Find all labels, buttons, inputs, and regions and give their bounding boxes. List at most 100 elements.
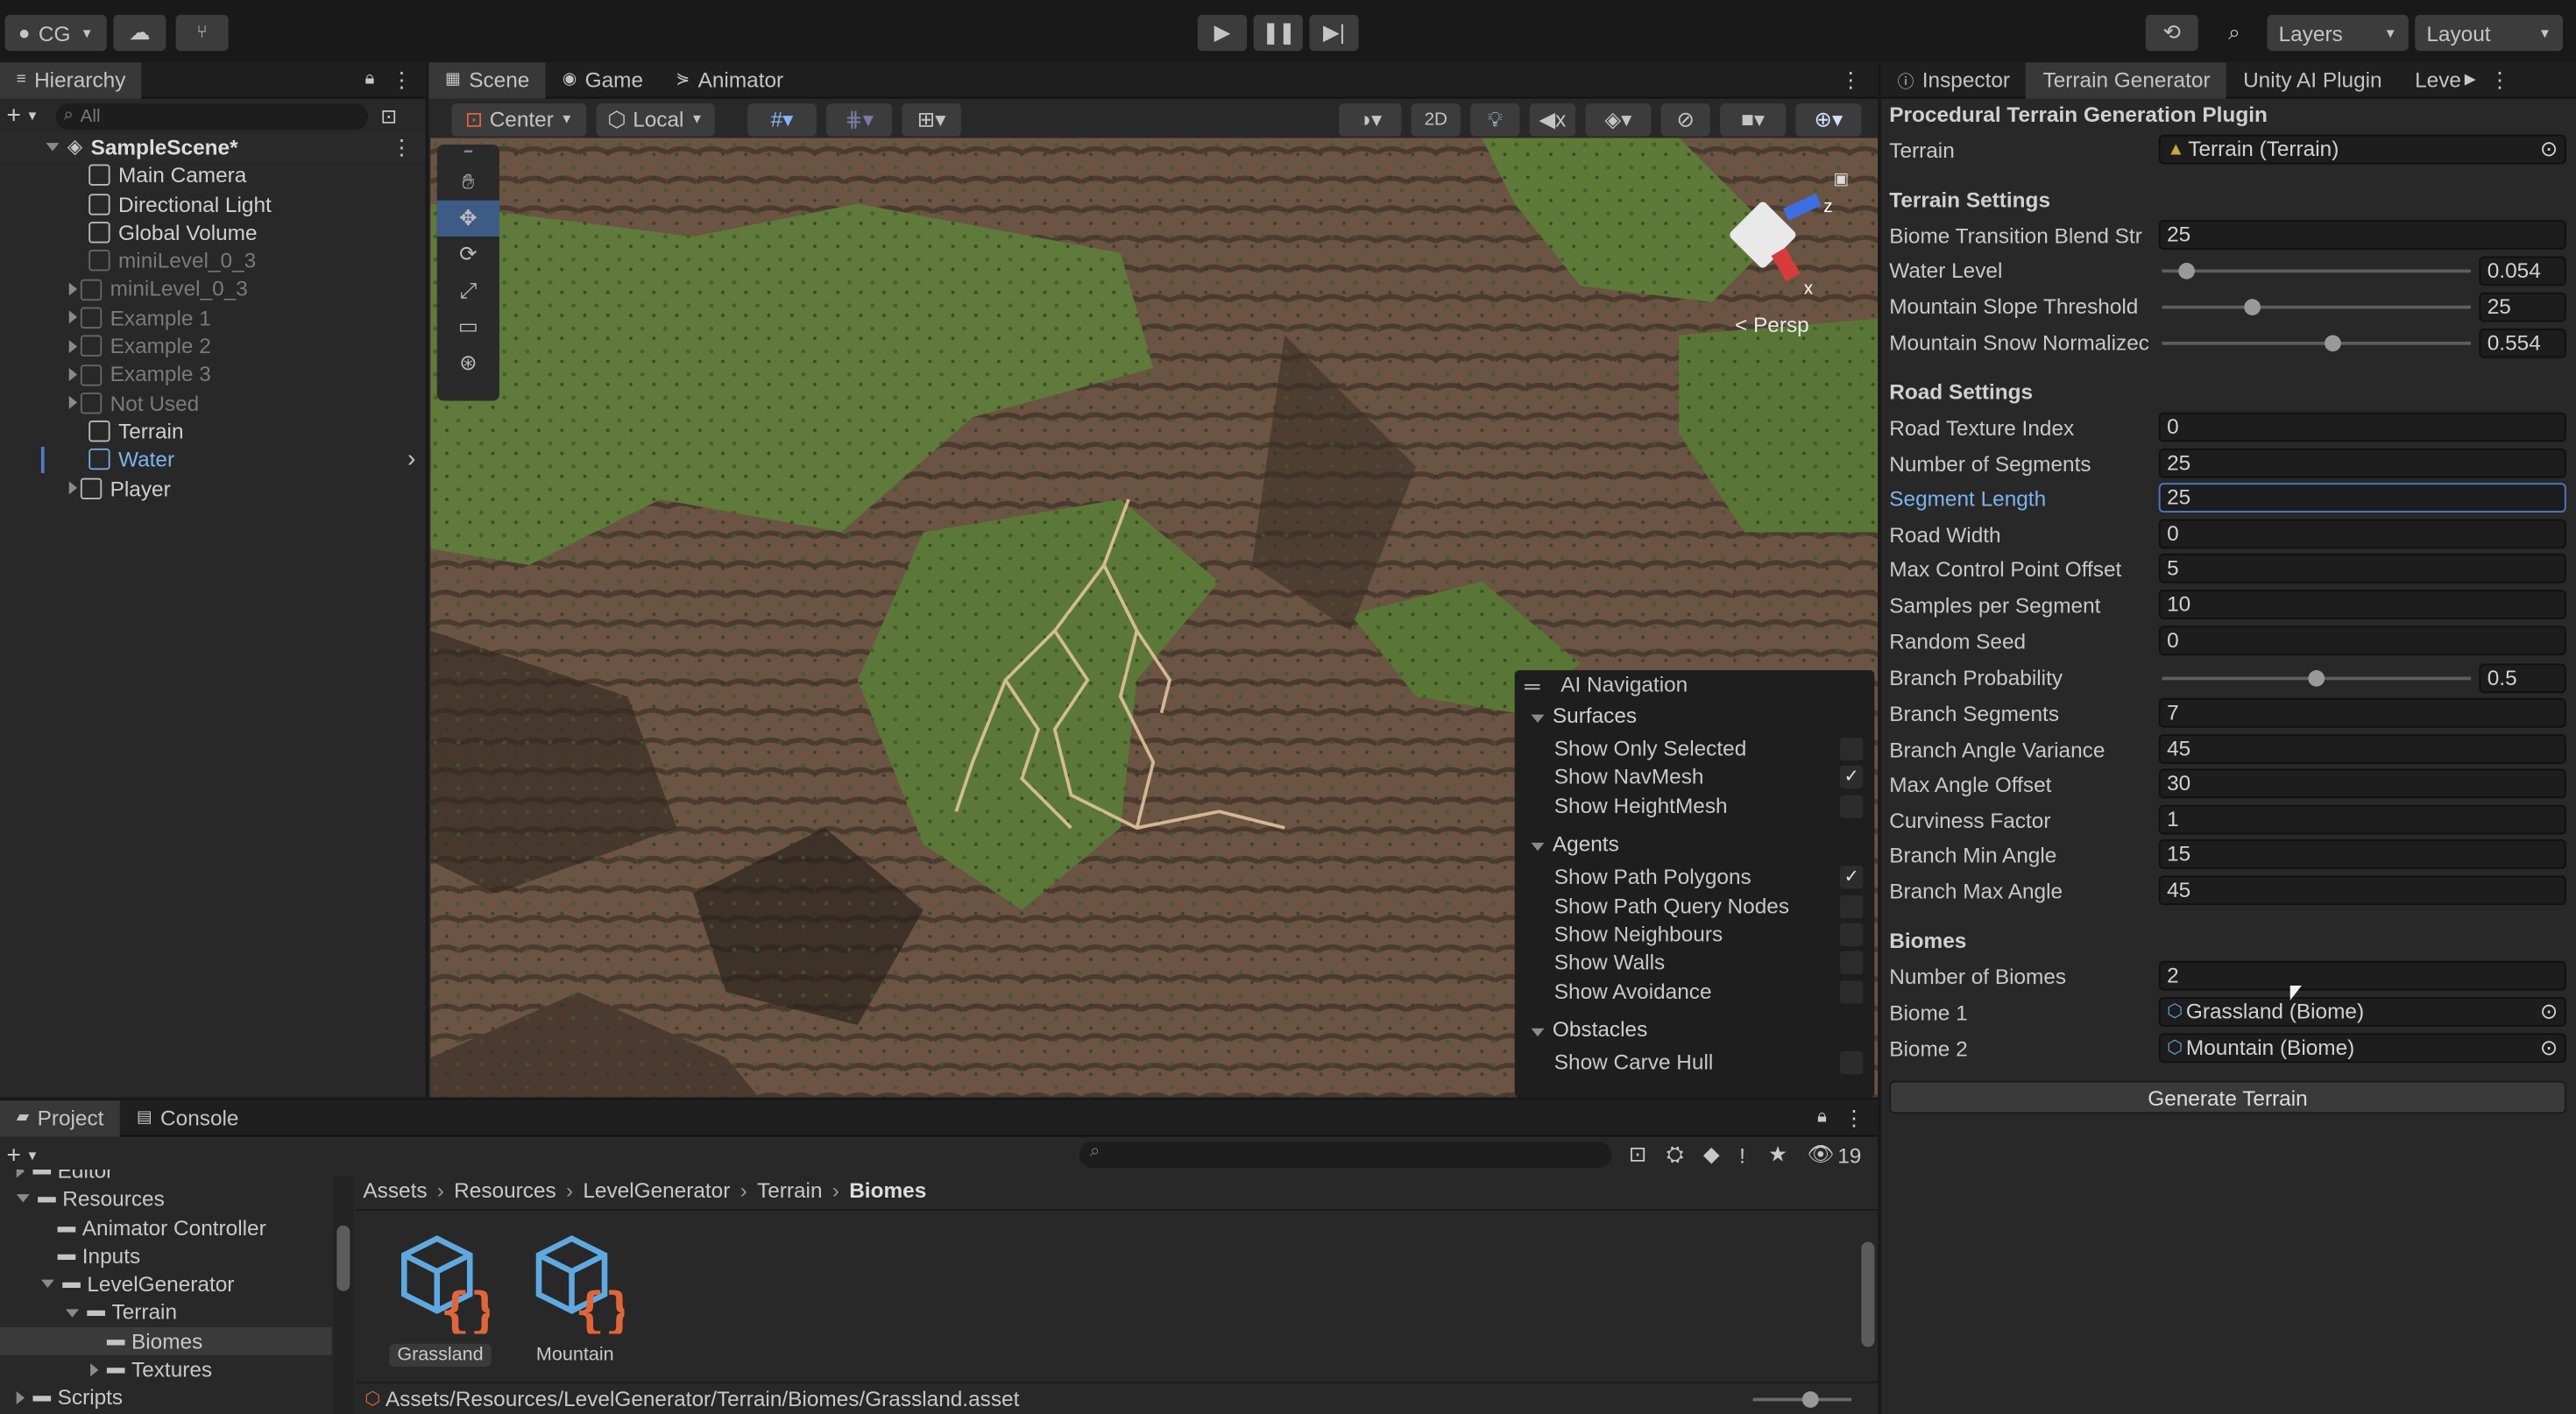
pivot-dropdown[interactable]: ⊡ Center ▼ [451, 103, 587, 136]
chevron-down-icon[interactable]: ▼ [26, 109, 39, 124]
search-by-type-icon[interactable]: ⊡ [1629, 1142, 1646, 1168]
checkbox[interactable] [1840, 923, 1864, 946]
object-picker-icon[interactable]: ⊙ [2540, 1035, 2558, 1061]
orientation-gizmo[interactable]: z x < Persp ▣ [1728, 171, 1860, 336]
expand-arrow-icon[interactable] [16, 1391, 25, 1405]
tab-game[interactable]: ◉ Game [546, 61, 660, 97]
visibility-button[interactable]: ⊘ [1660, 103, 1710, 136]
slope-threshold-slider[interactable] [2162, 299, 2471, 315]
star-icon[interactable]: ★ [1768, 1142, 1787, 1168]
road-field-input[interactable]: 25 [2158, 448, 2566, 477]
shading-dropdown[interactable]: ◑▾ [1339, 103, 1402, 136]
project-search-field[interactable]: ⌕ [1079, 1142, 1613, 1169]
effects-button[interactable]: ◈▾ [1585, 103, 1652, 136]
tab-level[interactable]: Leve [2398, 61, 2464, 97]
hierarchy-row[interactable]: Directional Light [0, 190, 426, 218]
checkbox[interactable] [1840, 795, 1864, 818]
play-button[interactable]: ▶ [1197, 14, 1248, 52]
projection-label[interactable]: < Persp [1735, 312, 1809, 336]
hierarchy-row[interactable]: Global Volume [0, 218, 426, 246]
breadcrumb-item[interactable]: Resources [454, 1177, 556, 1202]
grid-snap-button[interactable]: #▾ [747, 103, 817, 136]
gizmos-button[interactable]: ⊕▾ [1795, 103, 1862, 136]
branch-field-input[interactable]: 45 [2158, 875, 2566, 906]
hierarchy-row[interactable]: Example 3 [0, 360, 426, 388]
ai-nav-section-agents[interactable]: Agents [1531, 831, 1619, 856]
kebab-menu-icon[interactable]: ⋮ [1840, 67, 1861, 93]
slider-knob[interactable] [1801, 1390, 1819, 1407]
step-button[interactable]: ▶| [1309, 14, 1359, 52]
checkbox[interactable] [1840, 894, 1864, 918]
slider-knob[interactable] [2308, 670, 2325, 687]
scene-row[interactable]: ◈ SampleScene* ⋮ [0, 132, 426, 162]
biome-1-field[interactable]: ⬡ Grassland (Biome) ⊙ [2158, 997, 2566, 1027]
expand-arrow-icon[interactable] [68, 368, 78, 382]
breadcrumb-item[interactable]: Terrain [757, 1177, 823, 1202]
collab-button[interactable]: ⑂ [175, 14, 229, 52]
object-picker-icon[interactable]: ⊙ [2540, 999, 2558, 1025]
branch-field-input[interactable]: 15 [2158, 839, 2566, 870]
checkbox[interactable]: ✓ [1840, 766, 1864, 789]
asset-item[interactable]: {} Mountain [513, 1229, 638, 1368]
ai-nav-section-surfaces[interactable]: Surfaces [1531, 703, 1637, 728]
expand-arrow-icon[interactable] [16, 1194, 30, 1204]
cloud-button[interactable]: ☁ [113, 14, 166, 52]
checkbox[interactable] [1840, 737, 1864, 761]
road-field-input[interactable]: 25 [2158, 483, 2566, 513]
tab-overflow-icon[interactable]: ▶ [2465, 71, 2476, 89]
kebab-menu-icon[interactable]: ⋮ [1844, 1105, 1865, 1131]
tab-unity-ai-plugin[interactable]: Unity AI Plugin [2226, 61, 2398, 97]
water-level-slider[interactable] [2162, 263, 2471, 279]
expand-arrow-icon[interactable] [68, 311, 78, 325]
visibility-icon[interactable]: 👁︎ [1808, 1142, 1835, 1168]
slope-threshold-field[interactable]: 25 [2479, 292, 2566, 322]
hierarchy-row[interactable]: Terrain [0, 417, 426, 445]
filter-by-label-icon[interactable]: ⛭ [1667, 1142, 1684, 1168]
hierarchy-row[interactable]: Not Used [0, 389, 426, 417]
chevron-down-icon[interactable]: ▼ [26, 1148, 39, 1163]
slider-knob[interactable] [2324, 335, 2341, 352]
branch-field-input[interactable]: 1 [2158, 804, 2566, 835]
asset-item[interactable]: {} Grassland [378, 1229, 503, 1367]
checkbox[interactable] [1840, 951, 1864, 975]
road-field-input[interactable]: 0 [2158, 412, 2566, 442]
ruler-button[interactable]: ⊞▾ [902, 103, 961, 136]
move-tool-icon[interactable]: ✥ [436, 200, 499, 237]
expand-arrow-icon[interactable] [46, 143, 60, 152]
space-dropdown[interactable]: ⬡ Local ▼ [596, 103, 715, 136]
scrollbar-thumb[interactable] [336, 1225, 350, 1291]
expand-arrow-icon[interactable] [68, 282, 78, 296]
slider-knob[interactable] [2177, 263, 2195, 279]
kebab-menu-icon[interactable]: ⋮ [391, 133, 412, 161]
tab-hierarchy[interactable]: ≡ Hierarchy [0, 61, 143, 98]
road-field-input[interactable]: 0 [2158, 625, 2566, 655]
hierarchy-row[interactable]: miniLevel_0_3 [0, 247, 426, 275]
search-options-icon[interactable]: ⊡ [380, 104, 397, 127]
toggle-2d-button[interactable]: 2D [1411, 103, 1461, 136]
folder-tree-item[interactable]: ▬ LevelGenerator [0, 1270, 332, 1298]
drag-handle-icon[interactable]: ═ [1525, 674, 1539, 698]
hierarchy-row[interactable]: Main Camera [0, 161, 426, 189]
layers-dropdown[interactable]: Layers ▼ [2267, 14, 2409, 52]
folder-tree-item[interactable]: ▬ Editor [0, 1170, 332, 1184]
folder-tree-item[interactable]: ▬ Scripts [0, 1383, 332, 1411]
snow-normalize-slider[interactable] [2162, 335, 2471, 352]
breadcrumb-item[interactable]: LevelGenerator [583, 1177, 730, 1202]
checkbox[interactable] [1840, 979, 1864, 1004]
water-level-field[interactable]: 0.054 [2479, 256, 2566, 286]
object-picker-icon[interactable]: ⊙ [2540, 137, 2558, 163]
tab-scene[interactable]: ▦ Scene [428, 61, 547, 98]
terrain-object-field[interactable]: ▲ Terrain (Terrain) ⊙ [2158, 134, 2566, 165]
folder-tree-item[interactable]: ▬ Biomes [0, 1326, 332, 1356]
transform-tool-icon[interactable]: ⊛ [437, 345, 499, 381]
folder-tree-item[interactable]: ▬ Animator Controller [0, 1213, 332, 1241]
branch-field-input[interactable]: 7 [2158, 697, 2566, 728]
folder-tree-item[interactable]: ▬ Terrain [0, 1298, 332, 1326]
ai-nav-section-obstacles[interactable]: Obstacles [1531, 1017, 1647, 1042]
pause-button[interactable]: ❚❚ [1253, 14, 1303, 52]
drag-handle-icon[interactable]: ━ [437, 145, 499, 165]
rect-tool-icon[interactable]: ▭ [437, 309, 499, 345]
checkbox[interactable] [1840, 1051, 1864, 1075]
expand-arrow-icon[interactable] [68, 396, 78, 410]
biome-2-field[interactable]: ⬡ Mountain (Biome) ⊙ [2158, 1033, 2566, 1064]
